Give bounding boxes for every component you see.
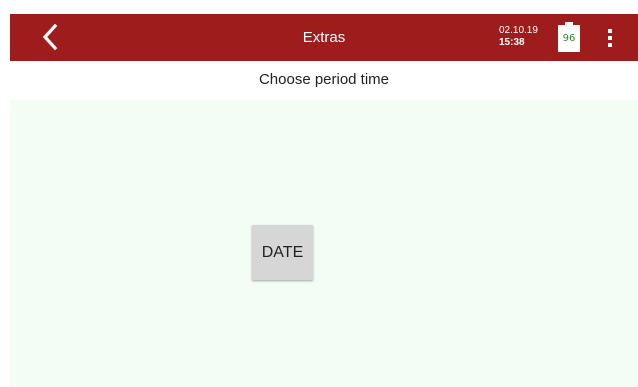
more-vertical-icon <box>608 29 612 33</box>
battery-level: 96 <box>562 33 576 44</box>
current-time: 15:38 <box>499 37 525 48</box>
battery-icon: 96 <box>558 22 580 52</box>
date-button[interactable]: DATE <box>252 225 313 280</box>
more-vertical-icon-dot <box>608 43 612 47</box>
back-button[interactable] <box>36 22 66 52</box>
current-date: 02.10.19 <box>499 25 538 36</box>
more-vertical-icon-dot <box>608 36 612 40</box>
battery-body: 96 <box>558 25 580 52</box>
chevron-left-icon <box>42 23 58 51</box>
section-subtitle: Choose period time <box>258 71 390 88</box>
overflow-menu-button[interactable] <box>604 27 616 49</box>
datetime-display: 02.10.19 15:38 <box>499 25 538 49</box>
app-bar: Extras 02.10.19 15:38 96 <box>10 14 638 61</box>
content-area: DATE <box>10 100 638 387</box>
page-title: Extras <box>302 29 346 46</box>
